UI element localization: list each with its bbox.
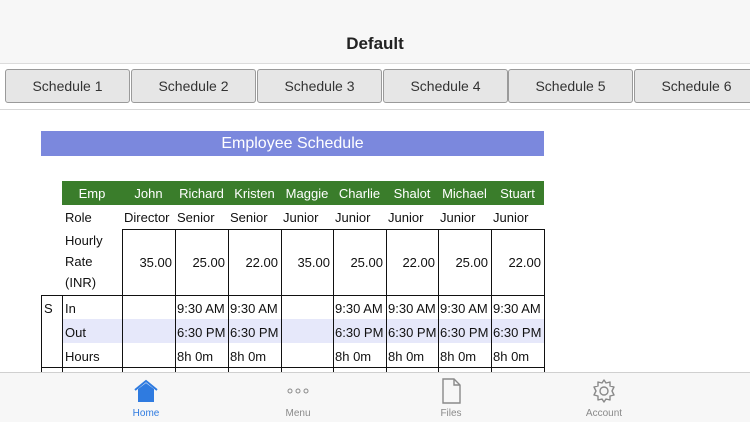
navigation-bar: Default [0, 0, 750, 64]
tab-schedule-5[interactable]: Schedule 5 [508, 69, 633, 103]
role-cell[interactable]: Junior [388, 210, 423, 225]
tab-schedule-6[interactable]: Schedule 6 [634, 69, 750, 103]
grid-line [41, 295, 42, 372]
role-label[interactable]: Role [65, 210, 92, 225]
grid-line [438, 229, 439, 372]
grid-line [41, 367, 122, 368]
tabbar-item-account[interactable]: Account [529, 373, 679, 422]
time-row-label[interactable]: Out [65, 325, 86, 340]
role-cell[interactable]: Junior [283, 210, 318, 225]
rate-cell[interactable]: 22.00 [228, 255, 278, 270]
home-icon [133, 378, 159, 404]
time-cell[interactable]: 9:30 AM [388, 301, 436, 316]
page-title: Default [346, 34, 404, 53]
grid-line [544, 229, 545, 372]
rate-cell[interactable]: 25.00 [175, 255, 225, 270]
time-row-label[interactable]: In [65, 301, 76, 316]
time-cell[interactable]: 8h 0m [335, 349, 371, 364]
grid-line [41, 295, 122, 296]
grid-line [281, 229, 282, 372]
rate-cell[interactable]: 22.00 [386, 255, 435, 270]
tabbar-label-account: Account [585, 408, 623, 419]
time-row-label[interactable]: Hours [65, 349, 100, 364]
grid-line [175, 229, 176, 372]
time-cell[interactable]: 9:30 AM [230, 301, 278, 316]
header-emp[interactable]: Emp [62, 181, 122, 205]
grid-line [333, 229, 334, 372]
role-cell[interactable]: Junior [440, 210, 475, 225]
time-cell[interactable]: 8h 0m [177, 349, 213, 364]
role-cell[interactable]: Director [124, 210, 170, 225]
file-icon [440, 378, 462, 404]
role-cell[interactable]: Junior [335, 210, 370, 225]
header-employee[interactable]: Maggie [281, 181, 333, 205]
header-employee[interactable]: Michael [438, 181, 491, 205]
role-cell[interactable]: Senior [230, 210, 268, 225]
tabbar-item-menu[interactable]: Menu [223, 373, 373, 422]
rate-cell[interactable]: 25.00 [438, 255, 488, 270]
grid-line [491, 229, 492, 372]
header-employee[interactable]: Richard [175, 181, 228, 205]
tab-schedule-4[interactable]: Schedule 4 [383, 69, 508, 103]
schedule-tab-strip[interactable]: Schedule 1 Schedule 2 Schedule 3 Schedul… [0, 64, 750, 110]
tabbar-label-menu: Menu [285, 408, 311, 419]
role-cell[interactable]: Senior [177, 210, 215, 225]
tab-schedule-1[interactable]: Schedule 1 [5, 69, 130, 103]
time-cell[interactable]: 6:30 PM [493, 325, 541, 340]
header-employee[interactable]: Shalot [386, 181, 438, 205]
time-cell[interactable]: 9:30 AM [493, 301, 541, 316]
rate-label-line[interactable]: (INR) [65, 275, 96, 290]
schedule-sheet[interactable]: Employee Schedule Emp John Richard Kristen M… [0, 111, 750, 372]
header-employee[interactable]: Stuart [491, 181, 544, 205]
time-cell[interactable]: 6:30 PM [440, 325, 488, 340]
tab-schedule-3[interactable]: Schedule 3 [257, 69, 382, 103]
grid-line [386, 229, 387, 372]
rate-cell[interactable]: 22.00 [491, 255, 541, 270]
tabbar-label-home: Home [132, 408, 160, 419]
role-cell[interactable]: Junior [493, 210, 528, 225]
bottom-tab-bar: Home Menu Files Account [0, 372, 750, 422]
header-employee[interactable]: John [122, 181, 175, 205]
header-employee[interactable]: Charlie [333, 181, 386, 205]
gear-icon [591, 378, 617, 404]
grid-line [62, 295, 63, 372]
time-cell[interactable]: 8h 0m [230, 349, 266, 364]
rate-label-line[interactable]: Rate [65, 254, 92, 269]
time-cell[interactable]: 8h 0m [440, 349, 476, 364]
rate-label-line[interactable]: Hourly [65, 233, 103, 248]
rate-cell[interactable]: 35.00 [122, 255, 172, 270]
time-cell[interactable]: 6:30 PM [388, 325, 436, 340]
grid-line [228, 229, 229, 372]
rate-cell[interactable]: 35.00 [281, 255, 330, 270]
tab-schedule-2[interactable]: Schedule 2 [131, 69, 256, 103]
tabbar-item-files[interactable]: Files [376, 373, 526, 422]
sheet-title: Employee Schedule [41, 131, 544, 156]
tabbar-item-home[interactable]: Home [71, 373, 221, 422]
header-employee[interactable]: Kristen [228, 181, 281, 205]
more-dots-icon [285, 378, 311, 404]
grid-line [122, 229, 123, 372]
time-cell[interactable]: 6:30 PM [335, 325, 383, 340]
tabbar-label-files: Files [440, 408, 462, 419]
time-cell[interactable]: 8h 0m [493, 349, 529, 364]
time-cell[interactable]: 9:30 AM [335, 301, 383, 316]
time-cell[interactable]: 8h 0m [388, 349, 424, 364]
time-cell[interactable]: 6:30 PM [230, 325, 278, 340]
time-cell[interactable]: 6:30 PM [177, 325, 225, 340]
rate-cell[interactable]: 25.00 [333, 255, 383, 270]
time-cell[interactable]: 9:30 AM [177, 301, 225, 316]
time-cell[interactable]: 9:30 AM [440, 301, 488, 316]
day-label: S [44, 301, 53, 316]
